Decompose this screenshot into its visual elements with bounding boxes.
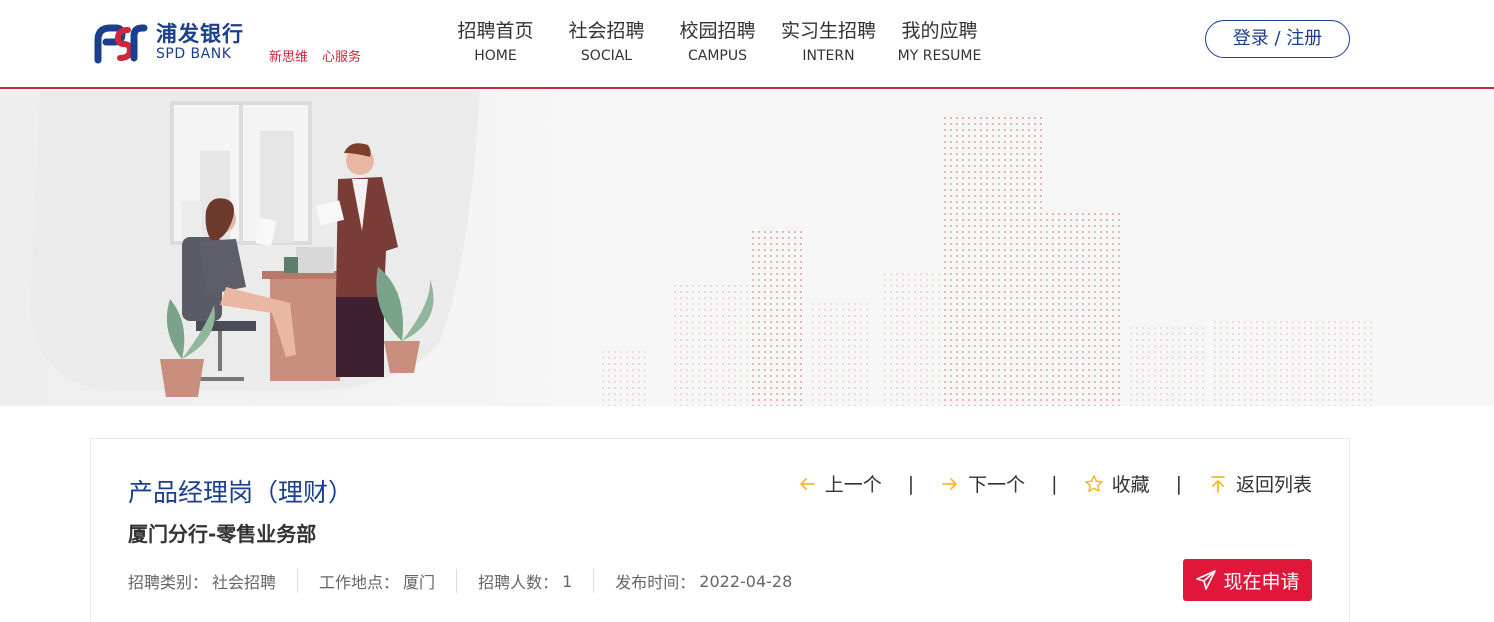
paper-plane-icon: [1196, 570, 1217, 590]
meta-category-value: 社会招聘: [212, 573, 277, 592]
arrow-right-icon: [942, 477, 958, 490]
nav-campus-sublabel: CAMPUS: [687, 48, 747, 64]
meta-divider: [297, 569, 299, 593]
arrow-left-icon: [799, 477, 815, 490]
nav-intern-sublabel: INTERN: [802, 48, 855, 64]
apply-now-label: 现在申请: [1223, 570, 1300, 593]
meta-headcount: 招聘人数： 1: [478, 569, 572, 593]
meta-publish-date-label: 发布时间：: [615, 573, 696, 592]
nav-home-sublabel: HOME: [474, 48, 517, 64]
next-job-link[interactable]: 下一个: [940, 470, 1025, 497]
previous-job-link[interactable]: 上一个: [797, 470, 882, 497]
favorite-button[interactable]: 收藏: [1084, 470, 1150, 497]
meta-category-label: 招聘类别：: [128, 573, 209, 592]
nav-campus-label: 校园招聘: [679, 20, 756, 42]
login-register-button[interactable]: 登录 / 注册: [1205, 20, 1350, 58]
action-separator: |: [1051, 472, 1058, 495]
nav-campus[interactable]: 校园招聘 CAMPUS: [662, 18, 773, 66]
back-to-list-label: 返回列表: [1235, 474, 1312, 496]
nav-home[interactable]: 招聘首页 HOME: [440, 18, 551, 66]
job-actions: 上一个 | 下一个 | 收藏 | 返回列表: [797, 470, 1312, 497]
nav-my-resume-sublabel: MY RESUME: [897, 48, 982, 64]
back-to-list-link[interactable]: 返回列表: [1208, 470, 1312, 497]
previous-job-label: 上一个: [824, 474, 882, 496]
spd-logo-icon: [94, 24, 148, 64]
nav-intern-label: 实习生招聘: [780, 20, 876, 42]
nav-social[interactable]: 社会招聘 SOCIAL: [551, 18, 662, 66]
job-title: 产品经理岗（理财）: [128, 478, 354, 507]
meta-publish-date-value: 2022-04-28: [699, 571, 793, 591]
meta-category: 招聘类别： 社会招聘: [128, 569, 276, 593]
action-separator: |: [1175, 472, 1182, 495]
meta-headcount-value: 1: [562, 571, 573, 591]
star-icon: [1084, 474, 1103, 492]
nav-my-resume[interactable]: 我的应聘 MY RESUME: [884, 18, 995, 66]
logo-chinese-name: 浦发银行: [156, 22, 244, 46]
meta-location-label: 工作地点：: [319, 573, 400, 592]
slogan-part-2: 心服务: [322, 50, 362, 65]
next-job-label: 下一个: [968, 474, 1026, 496]
slogan-part-1: 新思维: [269, 50, 309, 65]
meta-location-value: 厦门: [403, 573, 436, 592]
slogan: 新思维 心服务: [269, 46, 375, 65]
nav-home-label: 招聘首页: [457, 20, 534, 42]
nav-social-label: 社会招聘: [568, 20, 645, 42]
site-header: 浦发银行 SPD BANK 新思维 心服务 招聘首页 HOME 社会招聘 SOCI…: [0, 0, 1494, 89]
favorite-label: 收藏: [1111, 474, 1150, 496]
meta-divider: [593, 569, 595, 593]
office-illustration: [30, 91, 1372, 406]
meta-location: 工作地点： 厦门: [319, 569, 435, 593]
nav-social-sublabel: SOCIAL: [580, 48, 633, 64]
apply-now-button[interactable]: 现在申请: [1183, 559, 1312, 601]
meta-divider: [456, 569, 458, 593]
job-meta: 招聘类别： 社会招聘 工作地点： 厦门 招聘人数： 1 发布时间： 2022-0…: [128, 569, 792, 593]
arrow-up-icon: [1211, 475, 1225, 493]
meta-headcount-label: 招聘人数：: [478, 573, 559, 592]
nav-intern[interactable]: 实习生招聘 INTERN: [773, 18, 884, 66]
meta-publish-date: 发布时间： 2022-04-28: [615, 569, 792, 593]
job-department: 厦门分行-零售业务部: [128, 522, 317, 546]
hero-banner: [0, 91, 1494, 406]
job-detail-card: 产品经理岗（理财） 厦门分行-零售业务部 招聘类别： 社会招聘 工作地点： 厦门…: [90, 438, 1350, 622]
main-nav: 招聘首页 HOME 社会招聘 SOCIAL 校园招聘 CAMPUS 实习生招聘 …: [440, 18, 995, 66]
spd-bank-logo[interactable]: 浦发银行 SPD BANK: [94, 22, 244, 64]
logo-english-name: SPD BANK: [156, 46, 232, 62]
nav-my-resume-label: 我的应聘: [901, 20, 978, 42]
action-separator: |: [907, 472, 915, 495]
